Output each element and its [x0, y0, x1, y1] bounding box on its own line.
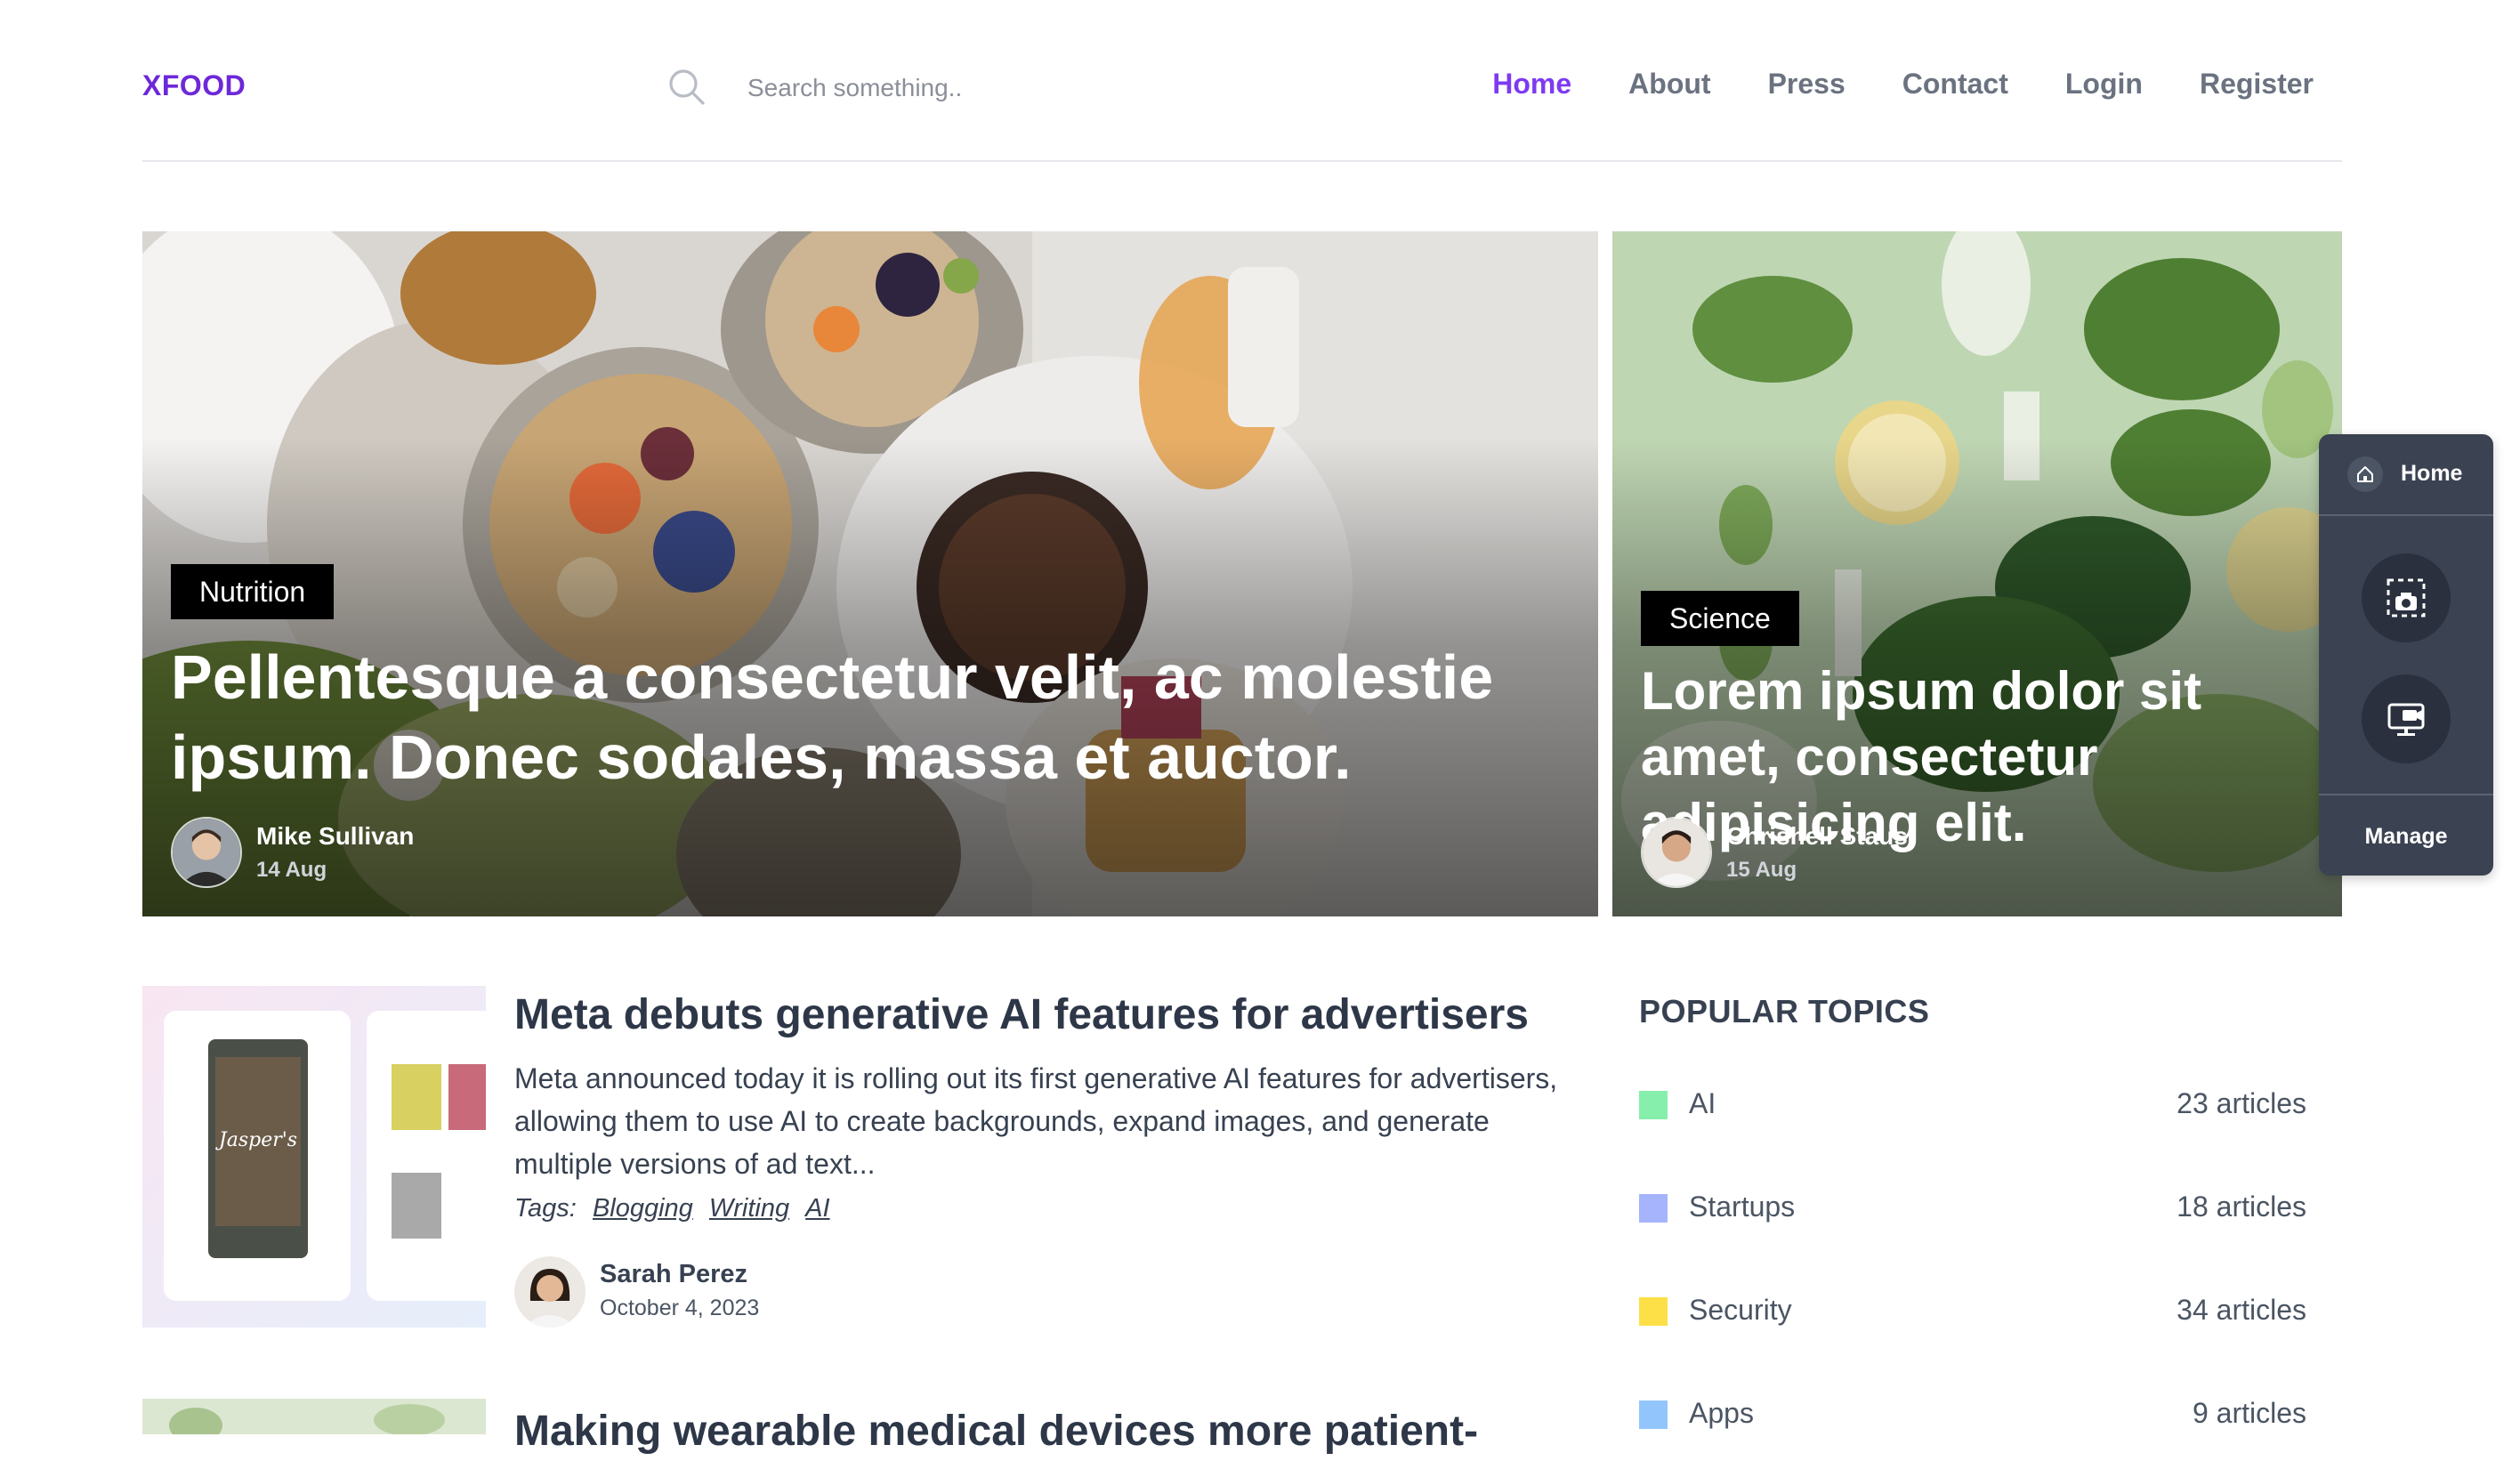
topic-color-swatch [1639, 1091, 1668, 1119]
tag-link[interactable]: AI [805, 1194, 829, 1223]
nav-home[interactable]: Home [1492, 68, 1571, 101]
article-title[interactable]: Meta debuts generative AI features for a… [514, 986, 1582, 1045]
topic-item-ai[interactable]: AI 23 articles [1639, 1084, 2306, 1128]
image-overlay [142, 231, 1598, 916]
tags-label: Tags: [514, 1194, 577, 1223]
article-title[interactable]: Making wearable medical devices more pat… [514, 1402, 1582, 1461]
nav-about[interactable]: About [1628, 68, 1710, 101]
toolbar-divider [2319, 794, 2493, 795]
post-date: 14 Aug [256, 858, 327, 882]
site-logo[interactable]: XFOOD [142, 69, 246, 102]
author-name[interactable]: Chrishell Staus [1726, 822, 1908, 851]
article-thumbnail[interactable]: Jasper's [142, 986, 486, 1328]
topic-count: 18 articles [2177, 1191, 2306, 1223]
avatar[interactable] [1641, 817, 1712, 888]
topic-color-swatch [1639, 1194, 1668, 1223]
topic-item-apps[interactable]: Apps 9 articles [1639, 1393, 2306, 1438]
screen-record-icon [2387, 703, 2425, 736]
toolbar-home-button[interactable]: Home [2319, 434, 2493, 516]
topic-name: Startups [1689, 1191, 1796, 1223]
nav-contact[interactable]: Contact [1902, 68, 2008, 101]
tag-link[interactable]: Blogging [593, 1194, 693, 1223]
main-nav: Home About Press Contact Login Register [1492, 68, 2314, 101]
search-input[interactable] [746, 68, 1105, 109]
featured-post-side[interactable]: Science Lorem ipsum dolor sit amet, cons… [1612, 231, 2342, 916]
topic-count: 34 articles [2177, 1294, 2306, 1326]
nav-register[interactable]: Register [2200, 68, 2314, 101]
topic-item-startups[interactable]: Startups 18 articles [1639, 1187, 2306, 1231]
topic-item-security[interactable]: Security 34 articles [1639, 1290, 2306, 1335]
nav-press[interactable]: Press [1768, 68, 1846, 101]
screenshot-icon [2387, 578, 2426, 617]
article-tags: Tags: Blogging Writing AI [514, 1194, 830, 1223]
toolbar-manage-button[interactable]: Manage [2319, 824, 2493, 850]
author-name[interactable]: Mike Sullivan [256, 822, 414, 851]
featured-post-title[interactable]: Pellentesque a consectetur velit, ac mol… [171, 637, 1559, 797]
floating-toolbar: Home Manage [2319, 434, 2493, 876]
nav-login[interactable]: Login [2065, 68, 2143, 101]
post-date: October 4, 2023 [600, 1296, 760, 1320]
topic-color-swatch [1639, 1400, 1668, 1429]
search-bar [666, 64, 1111, 110]
topic-name: AI [1689, 1087, 1716, 1119]
featured-post-main[interactable]: Nutrition Pellentesque a consectetur vel… [142, 231, 1598, 916]
search-icon[interactable] [666, 66, 708, 109]
svg-text:Jasper's: Jasper's [215, 1129, 297, 1151]
author-name[interactable]: Sarah Perez [600, 1260, 747, 1289]
site-header: XFOOD Home About Press Contact Login Reg… [142, 0, 2342, 162]
screenshot-button[interactable] [2362, 553, 2451, 642]
topic-color-swatch [1639, 1297, 1668, 1326]
topic-name: Apps [1689, 1397, 1754, 1429]
topic-name: Security [1689, 1294, 1792, 1326]
home-icon [2347, 456, 2383, 492]
avatar[interactable] [514, 1256, 586, 1328]
avatar[interactable] [171, 817, 242, 888]
post-date: 15 Aug [1726, 858, 1797, 882]
category-badge[interactable]: Science [1641, 591, 1799, 646]
article-thumbnail[interactable] [142, 1399, 486, 1434]
article-author: Sarah Perez October 4, 2023 [514, 1256, 1048, 1328]
screen-record-button[interactable] [2362, 674, 2451, 763]
topic-count: 9 articles [2192, 1397, 2306, 1429]
topic-count: 23 articles [2177, 1087, 2306, 1119]
toolbar-home-label: Home [2401, 461, 2463, 486]
popular-topics-heading: POPULAR TOPICS [1639, 993, 1930, 1029]
tag-link[interactable]: Writing [709, 1194, 789, 1223]
category-badge[interactable]: Nutrition [171, 564, 335, 619]
article-excerpt: Meta announced today it is rolling out i… [514, 1062, 1558, 1180]
